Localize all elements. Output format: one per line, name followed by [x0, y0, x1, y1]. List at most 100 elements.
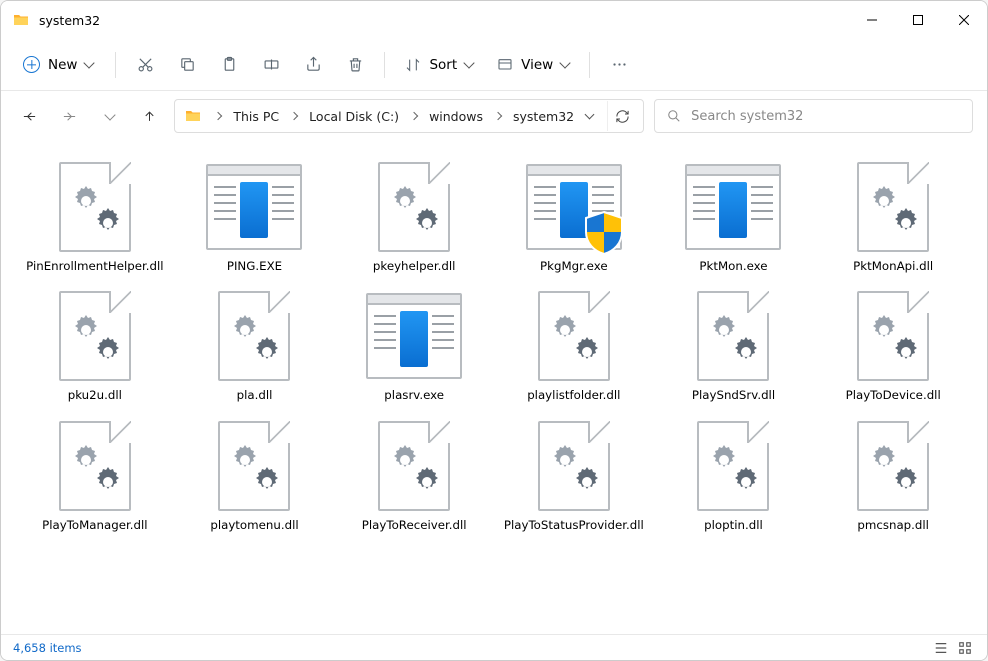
file-item[interactable]: pla.dll [175, 280, 335, 409]
file-item[interactable]: pku2u.dll [15, 280, 175, 409]
file-name: PinEnrollmentHelper.dll [26, 259, 163, 274]
file-name: pla.dll [237, 388, 273, 403]
navigation-row: This PC Local Disk (C:) windows system32 [1, 91, 987, 141]
folder-icon [185, 108, 201, 124]
paste-button[interactable] [210, 46, 248, 84]
file-item[interactable]: pkeyhelper.dll [334, 151, 494, 280]
folder-icon [13, 12, 29, 28]
new-label: New [48, 57, 77, 73]
file-name: PlaySndSrv.dll [692, 388, 775, 403]
file-icon [206, 288, 302, 384]
details-view-toggle[interactable] [931, 640, 951, 656]
file-item[interactable]: PinEnrollmentHelper.dll [15, 151, 175, 280]
file-item[interactable]: PlayToReceiver.dll [334, 410, 494, 539]
file-icon [366, 418, 462, 514]
file-name: PktMonApi.dll [853, 259, 933, 274]
search-input[interactable] [691, 109, 960, 124]
window-title: system32 [39, 13, 100, 28]
file-icon [526, 418, 622, 514]
search-box[interactable] [654, 99, 973, 133]
file-name: playtomenu.dll [210, 518, 298, 533]
sort-label: Sort [429, 57, 457, 73]
file-icon [366, 288, 462, 384]
status-bar: 4,658 items [1, 634, 987, 660]
file-item[interactable]: plasrv.exe [334, 280, 494, 409]
file-area: PinEnrollmentHelper.dll PING.EXE pkeyhel… [1, 141, 987, 634]
plus-icon [23, 56, 40, 73]
sort-icon [405, 57, 421, 73]
breadcrumb[interactable]: This PC [229, 105, 283, 128]
file-icon [685, 159, 781, 255]
breadcrumb[interactable]: Local Disk (C:) [305, 105, 403, 128]
rename-button[interactable] [252, 46, 290, 84]
file-item[interactable]: playtomenu.dll [175, 410, 335, 539]
up-button[interactable] [135, 100, 165, 132]
file-name: PING.EXE [227, 259, 282, 274]
file-item[interactable]: PktMon.exe [654, 151, 814, 280]
file-name: pkeyhelper.dll [373, 259, 455, 274]
copy-button[interactable] [168, 46, 206, 84]
file-name: pmcsnap.dll [857, 518, 929, 533]
file-icon [845, 418, 941, 514]
file-item[interactable]: PlayToDevice.dll [813, 280, 973, 409]
cut-button[interactable] [126, 46, 164, 84]
chevron-right-icon [410, 112, 418, 120]
file-item[interactable]: PlayToManager.dll [15, 410, 175, 539]
chevron-down-icon [560, 57, 571, 68]
file-name: PktMon.exe [699, 259, 767, 274]
refresh-button[interactable] [607, 101, 637, 131]
delete-button[interactable] [336, 46, 374, 84]
file-icon [206, 159, 302, 255]
forward-button[interactable] [55, 100, 85, 132]
file-item[interactable]: PING.EXE [175, 151, 335, 280]
file-icon [47, 159, 143, 255]
file-name: PlayToReceiver.dll [362, 518, 467, 533]
file-icon [366, 159, 462, 255]
file-icon [526, 288, 622, 384]
file-name: plasrv.exe [384, 388, 444, 403]
more-button[interactable] [600, 46, 638, 84]
new-button[interactable]: New [11, 50, 105, 79]
file-icon [206, 418, 302, 514]
view-icon [497, 57, 513, 73]
file-item[interactable]: pmcsnap.dll [813, 410, 973, 539]
titlebar: system32 [1, 1, 987, 39]
divider [115, 52, 116, 78]
search-icon [667, 109, 681, 123]
file-item[interactable]: playlistfolder.dll [494, 280, 654, 409]
view-label: View [521, 57, 553, 73]
maximize-button[interactable] [895, 1, 941, 39]
file-item[interactable]: PkgMgr.exe [494, 151, 654, 280]
file-name: pku2u.dll [68, 388, 122, 403]
chevron-down-icon [463, 57, 474, 68]
file-icon [845, 159, 941, 255]
file-name: PlayToManager.dll [42, 518, 147, 533]
file-name: playlistfolder.dll [527, 388, 620, 403]
file-item[interactable]: PktMonApi.dll [813, 151, 973, 280]
toolbar: New Sort View [1, 39, 987, 91]
minimize-button[interactable] [849, 1, 895, 39]
back-button[interactable] [15, 100, 45, 132]
divider [589, 52, 590, 78]
breadcrumb[interactable]: system32 [509, 105, 578, 128]
file-icon [526, 159, 622, 255]
breadcrumb[interactable]: windows [425, 105, 487, 128]
share-button[interactable] [294, 46, 332, 84]
divider [384, 52, 385, 78]
file-name: PlayToStatusProvider.dll [504, 518, 644, 533]
icons-view-toggle[interactable] [955, 640, 975, 656]
chevron-right-icon [214, 112, 222, 120]
view-button[interactable]: View [487, 51, 579, 79]
chevron-down-icon[interactable] [585, 110, 595, 120]
chevron-right-icon [290, 112, 298, 120]
file-item[interactable]: PlayToStatusProvider.dll [494, 410, 654, 539]
file-item[interactable]: PlaySndSrv.dll [654, 280, 814, 409]
address-bar[interactable]: This PC Local Disk (C:) windows system32 [174, 99, 644, 133]
item-count: 4,658 items [13, 641, 82, 655]
file-icon [685, 288, 781, 384]
file-item[interactable]: ploptin.dll [654, 410, 814, 539]
close-button[interactable] [941, 1, 987, 39]
file-icon [47, 418, 143, 514]
sort-button[interactable]: Sort [395, 51, 483, 79]
recent-locations-button[interactable] [95, 100, 125, 132]
